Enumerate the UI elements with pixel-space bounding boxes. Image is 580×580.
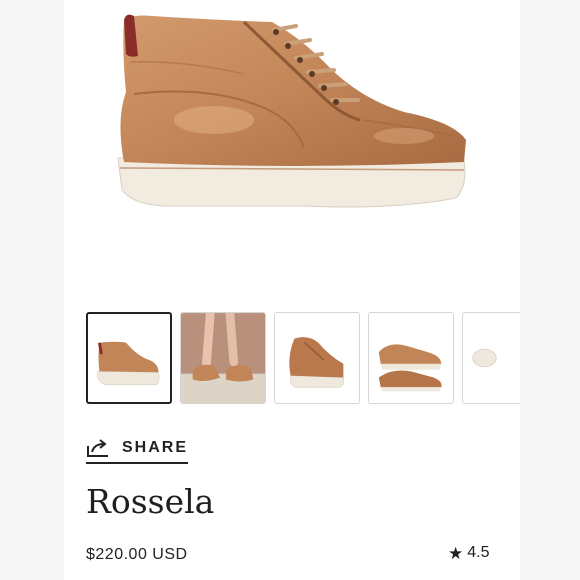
thumbnail-three-quarter-view[interactable] [274, 312, 360, 404]
thumbnail-side-view[interactable] [86, 312, 172, 404]
thumbnail-strip [84, 312, 520, 408]
share-button[interactable]: SHARE [86, 438, 189, 464]
product-rating[interactable]: ★ 4.5 [448, 544, 490, 562]
star-icon: ★ [448, 543, 464, 563]
share-label: SHARE [122, 439, 189, 456]
rating-value: 4.5 [467, 544, 490, 561]
thumbnail-sole-view[interactable] [462, 312, 520, 404]
left-margin [0, 0, 64, 580]
product-price: $220.00 USD [86, 546, 188, 563]
thumbnail-worn-on-feet[interactable] [180, 312, 266, 404]
share-arrow-icon [87, 439, 108, 457]
thumbnail-top-view-pair[interactable] [368, 312, 454, 404]
product-title: Rossela [86, 482, 215, 521]
right-margin [520, 0, 580, 580]
product-main-image[interactable] [64, 0, 520, 300]
product-page: SHARE Rossela $220.00 USD ★ 4.5 [64, 0, 520, 580]
